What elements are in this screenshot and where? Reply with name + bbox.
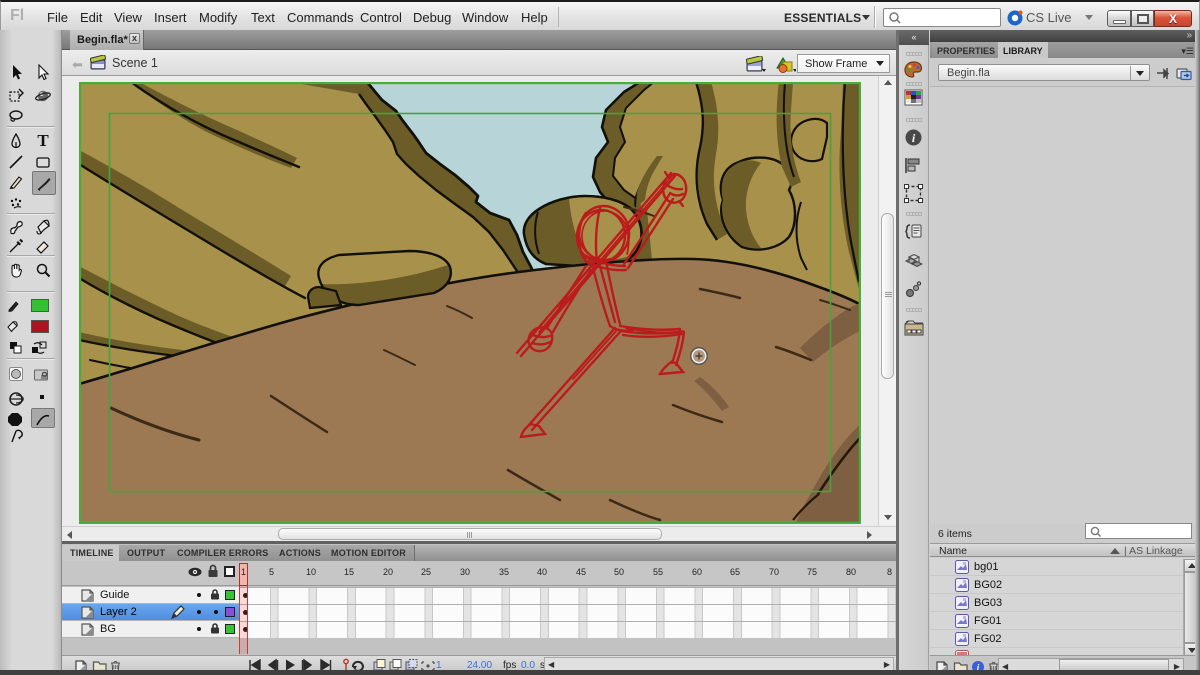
svg-text:T: T (37, 132, 49, 148)
